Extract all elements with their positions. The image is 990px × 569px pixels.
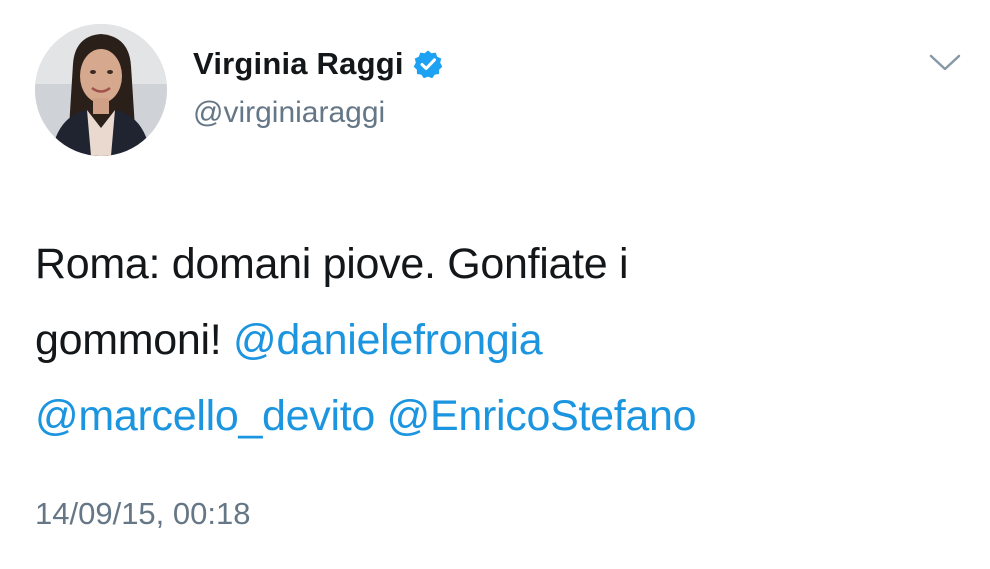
- author-name-row: Virginia Raggi: [193, 46, 443, 82]
- author-handle[interactable]: @virginiaraggi: [193, 96, 385, 130]
- tweet-text-plain: gommoni!: [35, 316, 234, 364]
- mention-link[interactable]: @marcello_devito: [35, 392, 375, 440]
- tweet-text-line-1: Roma: domani piove. Gonfiate i: [35, 240, 629, 288]
- tweet-timestamp[interactable]: 14/09/15, 00:18: [35, 496, 250, 532]
- author-display-name[interactable]: Virginia Raggi: [193, 46, 404, 82]
- tweet-card: Virginia Raggi @virginiaraggi Roma: doma…: [0, 0, 990, 569]
- profile-photo-icon: [35, 24, 167, 156]
- chevron-down-icon[interactable]: [928, 52, 962, 74]
- avatar[interactable]: [35, 24, 167, 156]
- mention-link[interactable]: @EnricoStefano: [387, 392, 697, 440]
- tweet-text: Roma: domani piove. Gonfiate i gommoni! @…: [35, 226, 955, 454]
- verified-badge-icon: [413, 49, 443, 79]
- mention-link[interactable]: @danielefrongia: [233, 316, 543, 364]
